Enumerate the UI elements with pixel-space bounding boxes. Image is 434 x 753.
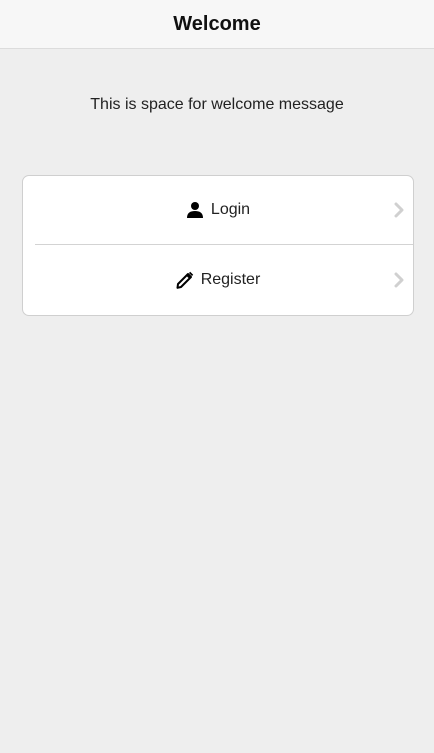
- menu-divider: [35, 244, 413, 245]
- login-button[interactable]: Login: [23, 176, 413, 244]
- page-title: Welcome: [173, 12, 261, 35]
- welcome-message: This is space for welcome message: [90, 96, 344, 113]
- pencil-icon: [176, 271, 194, 289]
- chevron-right-icon: [394, 202, 404, 218]
- menu-list: Login Register: [22, 175, 414, 316]
- register-button[interactable]: Register: [23, 246, 413, 314]
- login-label: Login: [210, 201, 251, 218]
- register-label: Register: [200, 271, 261, 288]
- header-bar: Welcome: [0, 0, 434, 49]
- chevron-right-icon: [394, 272, 404, 288]
- user-icon: [186, 201, 204, 219]
